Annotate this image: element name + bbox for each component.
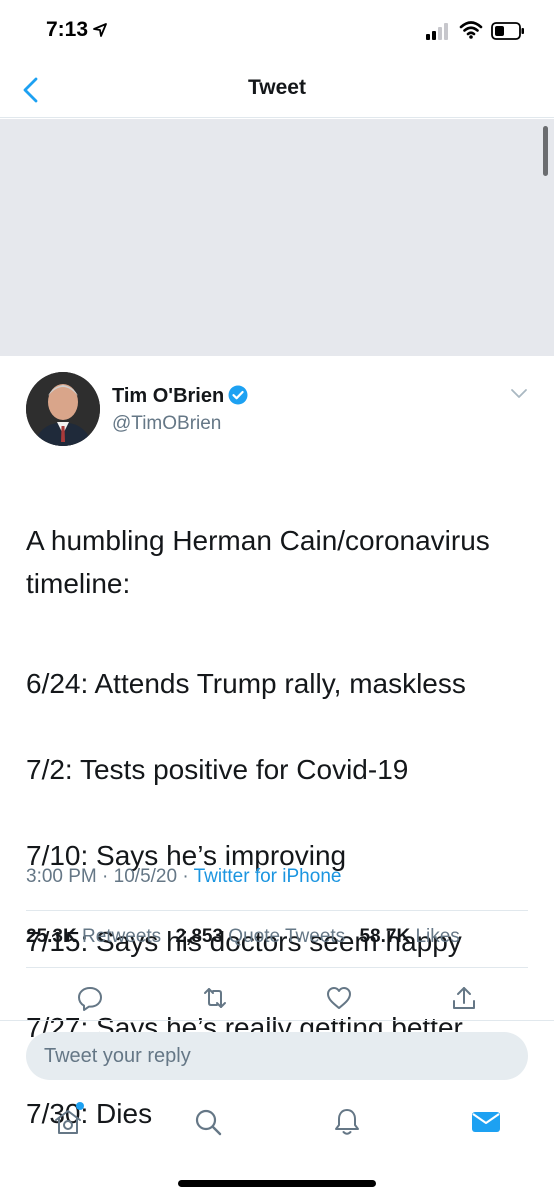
author-name-text: Tim O'Brien [112,385,225,407]
meta-separator: · [102,866,109,887]
page-title: Tweet [248,76,306,99]
media-placeholder [0,119,554,356]
chevron-down-icon[interactable] [510,386,528,400]
tweet-actions [0,980,554,1016]
wifi-icon [459,21,483,39]
tweet-date: 10/5/20 [113,866,178,887]
bell-icon[interactable] [331,1106,363,1138]
retweet-icon[interactable] [201,984,229,1012]
retweets-label: Retweets [81,926,162,947]
avatar[interactable] [26,372,100,446]
divider [26,967,528,968]
scroll-indicator[interactable] [543,126,548,176]
reply-bar [0,1020,554,1090]
status-bar: 7:13 [0,0,554,62]
quote-tweets-stat[interactable]: 2,853 Quote Tweets [175,926,345,947]
tweet-time: 3:00 PM [26,866,97,887]
retweets-count: 25.3K [26,926,77,947]
verified-badge-icon [228,385,248,405]
divider [26,910,528,911]
location-arrow-icon [93,23,107,37]
cellular-signal-icon [426,23,448,40]
tab-bar [0,1090,554,1160]
tweet-meta: 3:00 PM · 10/5/20 · Twitter for iPhone [26,866,341,888]
tweet-author: Tim O'Brien @TimOBrien [26,372,536,452]
share-icon[interactable] [450,984,478,1012]
quote-tweets-count: 2,853 [175,926,224,947]
meta-separator: · [182,866,189,887]
envelope-icon[interactable] [470,1106,502,1138]
likes-stat[interactable]: 58.7K Likes [359,926,459,947]
battery-icon [491,22,524,40]
search-icon[interactable] [192,1106,224,1138]
timeline-item: 7/2: Tests positive for Covid-19 [26,754,409,785]
likes-label: Likes [415,926,460,947]
likes-count: 58.7K [359,926,411,947]
author-handle[interactable]: @TimOBrien [112,413,221,435]
retweets-stat[interactable]: 25.3K Retweets [26,926,161,947]
tweet-source-link[interactable]: Twitter for iPhone [194,866,342,887]
reply-icon[interactable] [76,984,104,1012]
notification-dot [76,1102,84,1110]
home-icon[interactable] [52,1106,84,1138]
author-name[interactable]: Tim O'Brien [112,385,248,408]
tweet-intro: A humbling Herman Cain/coronavirus timel… [26,525,490,599]
quote-tweets-label: Quote Tweets [228,926,346,947]
nav-bar: Tweet [0,62,554,118]
tweet-stats: 25.3K Retweets 2,853 Quote Tweets 58.7K … [26,926,469,948]
status-time: 7:13 [46,18,89,41]
home-indicator[interactable] [178,1180,376,1187]
reply-input[interactable] [26,1032,528,1080]
heart-icon[interactable] [325,984,353,1012]
timeline-item: 6/24: Attends Trump rally, maskless [26,668,466,699]
avatar-portrait-icon [26,372,100,446]
